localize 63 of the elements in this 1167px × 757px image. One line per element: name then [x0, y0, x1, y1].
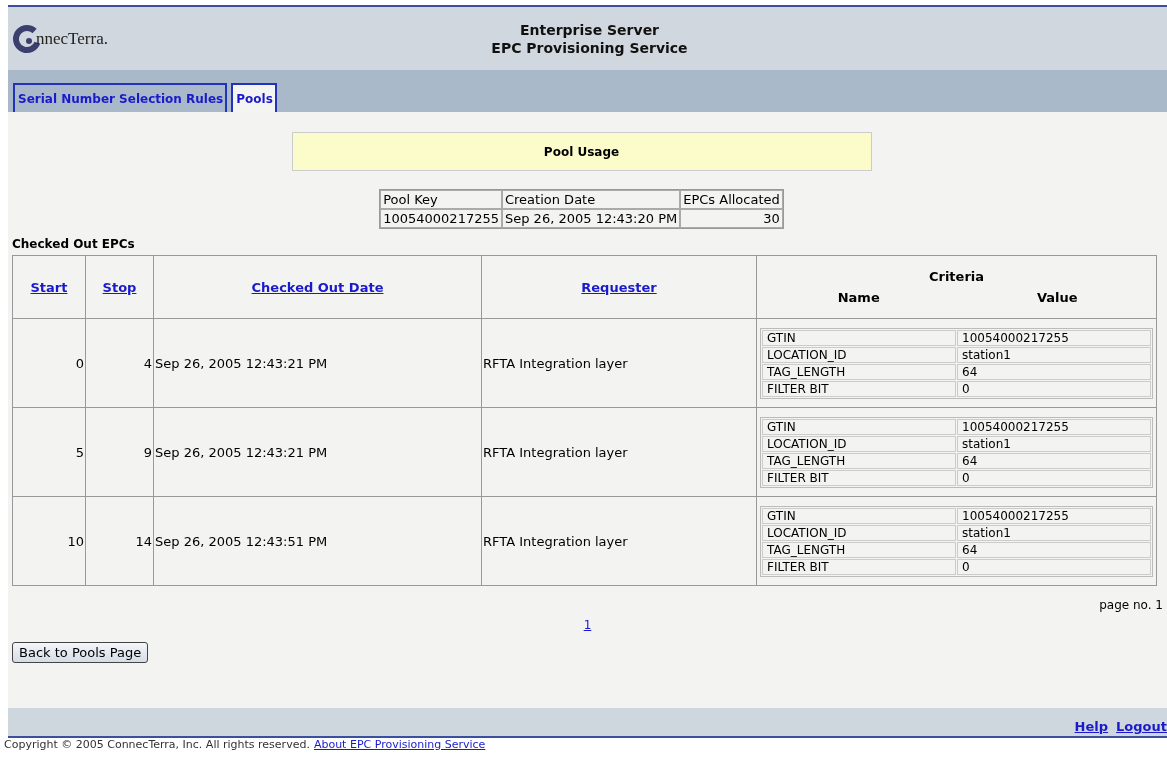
about-link[interactable]: About EPC Provisioning Service — [313, 738, 486, 751]
table-cell: Sep 26, 2005 12:43:21 PM — [153, 407, 482, 497]
footer-link[interactable]: Help — [1074, 719, 1109, 734]
table-cell: 64 — [957, 452, 1151, 469]
tab[interactable]: Pools — [231, 83, 277, 112]
table-cell: 4 — [85, 318, 154, 408]
table-cell: station1 — [957, 346, 1151, 363]
table-cell: TAG_LENGTH — [762, 452, 956, 469]
column-header: EPCs Allocated — [680, 190, 783, 209]
pool-usage-heading: Pool Usage — [291, 132, 872, 171]
page-title: EPC Provisioning Service — [490, 38, 689, 57]
page-number: page no. 1 — [1099, 598, 1163, 612]
table-cell: station1 — [957, 435, 1151, 452]
back-button[interactable]: Back to Pools Page — [12, 642, 149, 663]
page-title: Enterprise Server — [518, 20, 661, 39]
table-cell: RFTA Integration layer — [481, 318, 757, 408]
column-header: Value — [1035, 289, 1079, 307]
sort-link[interactable]: Stop — [102, 279, 137, 295]
tab[interactable]: Serial Number Selection Rules — [13, 83, 228, 112]
table-cell: LOCATION_ID — [762, 435, 956, 452]
column-header: Name — [836, 289, 881, 307]
logo-text: nnecTerra. — [36, 28, 108, 49]
table-cell: GTIN — [762, 329, 956, 346]
table-cell: 30 — [680, 209, 783, 228]
sort-link[interactable]: Checked Out Date — [251, 279, 384, 295]
table-cell: 64 — [957, 541, 1151, 558]
table-cell: RFTA Integration layer — [481, 407, 757, 497]
table-cell: 64 — [957, 363, 1151, 380]
table-cell: FILTER BIT — [762, 380, 956, 397]
table-cell: 0 — [12, 318, 86, 408]
table-cell: 10054000217255 — [957, 507, 1151, 524]
table-cell: 10 — [12, 496, 86, 586]
column-header: Creation Date — [502, 190, 681, 209]
table-cell: LOCATION_ID — [762, 524, 956, 541]
footer-link[interactable]: Logout — [1116, 719, 1167, 734]
table-cell: LOCATION_ID — [762, 346, 956, 363]
table-cell: 14 — [85, 496, 154, 586]
sort-link[interactable]: Requester — [581, 279, 657, 295]
table-cell: 0 — [957, 558, 1151, 575]
table-cell: 0 — [957, 380, 1151, 397]
column-header: Criteria — [927, 268, 986, 286]
table-cell: 10054000217255 — [957, 418, 1151, 435]
table-cell: FILTER BIT — [762, 558, 956, 575]
table-cell: 5 — [12, 407, 86, 497]
copyright-text: Copyright © 2005 ConnecTerra, Inc. All rights reserved. — [4, 738, 310, 751]
table-cell: TAG_LENGTH — [762, 541, 956, 558]
table-cell: FILTER BIT — [762, 469, 956, 486]
table-cell: TAG_LENGTH — [762, 363, 956, 380]
table-cell: GTIN — [762, 418, 956, 435]
page-link[interactable]: 1 — [583, 618, 592, 632]
section-title: Checked Out EPCs — [12, 237, 136, 251]
table-cell: 0 — [957, 469, 1151, 486]
table-cell: RFTA Integration layer — [481, 496, 757, 586]
table-cell: Sep 26, 2005 12:43:20 PM — [502, 209, 681, 228]
column-header: Pool Key — [380, 190, 502, 209]
table-cell: 10054000217255 — [380, 209, 502, 228]
table-cell: Sep 26, 2005 12:43:51 PM — [153, 496, 482, 586]
table-cell: station1 — [957, 524, 1151, 541]
table-cell: GTIN — [762, 507, 956, 524]
table-cell: 9 — [85, 407, 154, 497]
table-cell: Sep 26, 2005 12:43:21 PM — [153, 318, 482, 408]
table-cell: 10054000217255 — [957, 329, 1151, 346]
sort-link[interactable]: Start — [30, 279, 68, 295]
